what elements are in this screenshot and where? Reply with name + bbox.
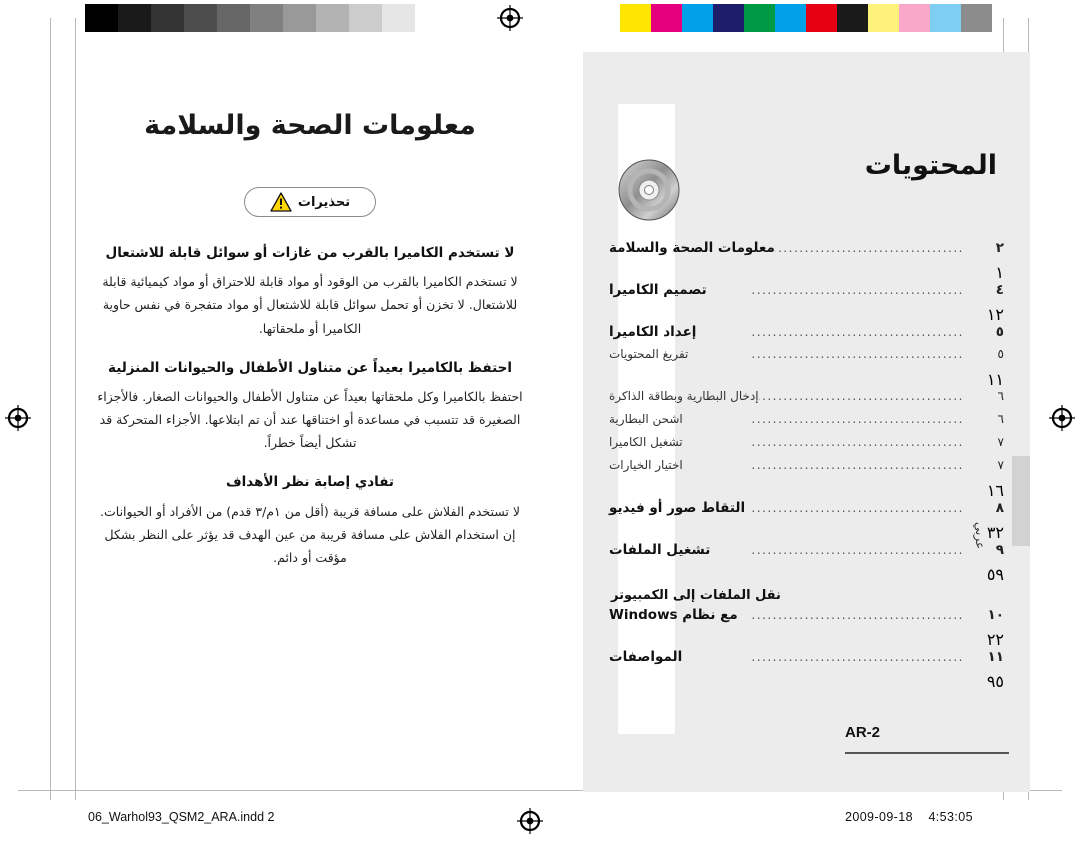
toc-entry-label: تشغيل الملفات	[609, 542, 711, 558]
toc-leader-dots: ........................................	[751, 458, 964, 472]
contents-title: المحتويات	[864, 150, 997, 181]
page-number-label: AR-2	[845, 724, 881, 741]
page-number-rule	[845, 752, 1009, 754]
toc-entry[interactable]: ٢.......................................…	[609, 240, 1004, 282]
safety-section-body: لا تستخدم الكاميرا بالقرب من الوقود أو م…	[102, 274, 518, 336]
safety-sections-list: لا تستخدم الكاميرا بالقرب من غازات أو سو…	[60, 243, 560, 569]
toc-leader-dots: ........................................	[751, 347, 964, 361]
toc-leader-dots: ........................................	[751, 435, 964, 449]
footer-timestamp: 2009-09-18 4:53:05	[845, 810, 973, 824]
toc-page-number: ٥	[995, 324, 1004, 340]
toc-leader-dots: ........................................	[751, 608, 964, 622]
toc-entry[interactable]: نقل الملفات إلى الكمبيوتر	[609, 584, 1004, 607]
toc-entry[interactable]: ٨.......................................…	[609, 500, 1004, 542]
document-spread: معلومات الصحة والسلامة تحذيرات لا تستخدم…	[0, 0, 1080, 845]
left-page-safety-information: معلومات الصحة والسلامة تحذيرات لا تستخدم…	[60, 60, 560, 760]
safety-section: لا تستخدم الكاميرا بالقرب من غازات أو سو…	[95, 243, 525, 340]
toc-entry[interactable]: ٥.......................................…	[609, 324, 1004, 347]
warnings-badge: تحذيرات	[244, 187, 376, 217]
toc-leader-dots: ........................................	[751, 543, 964, 557]
cd-disc-icon	[618, 159, 680, 221]
footer-time: 4:53:05	[928, 810, 973, 824]
toc-side-page-number: ١٦	[986, 481, 1004, 500]
safety-section-heading: تفادي إصابة نظر الأهداف	[225, 474, 395, 491]
toc-side-page-number: ١١	[986, 370, 1004, 389]
toc-page-number: ٧	[997, 458, 1004, 472]
toc-page-number: ٧	[997, 435, 1004, 449]
toc-entry-label: اختيار الخيارات	[609, 458, 683, 472]
safety-section-heading: لا تستخدم الكاميرا بالقرب من غازات أو سو…	[105, 245, 515, 261]
toc-page-number: ٦	[997, 389, 1004, 403]
toc-leader-dots: ........................................	[751, 501, 964, 515]
safety-section: احتفظ بالكاميرا بعيداً عن متناول الأطفال…	[95, 358, 525, 455]
toc-side-page-number: ٥٩	[986, 565, 1004, 584]
toc-page-number: ٤	[995, 282, 1004, 298]
safety-section: تفادي إصابة نظر الأهداف لا تستخدم الفلاش …	[95, 472, 525, 569]
toc-entry[interactable]: ٩.......................................…	[609, 542, 1004, 584]
toc-page-number: ٦	[997, 412, 1004, 426]
page-title-safety: معلومات الصحة والسلامة	[144, 110, 476, 141]
toc-side-page-number: ١٢	[986, 305, 1004, 324]
toc-page-number: ٥	[997, 347, 1004, 361]
toc-side-page-number: ٩٥	[986, 672, 1004, 691]
safety-section-body: احتفظ بالكاميرا وكل ملحقاتها بعيداً عن م…	[97, 388, 523, 451]
warning-triangle-icon	[270, 192, 292, 212]
safety-section-heading: احتفظ بالكاميرا بعيداً عن متناول الأطفال…	[108, 359, 512, 376]
toc-page-number: ٢	[995, 240, 1004, 256]
toc-entry[interactable]: ٦.......................................…	[609, 412, 1004, 435]
warnings-badge-label: تحذيرات	[297, 194, 351, 210]
toc-entry[interactable]: ١١......................................…	[609, 649, 1004, 691]
toc-entry-label: التقاط صور أو فيديو	[609, 500, 746, 516]
toc-entry[interactable]: ٤.......................................…	[609, 282, 1004, 324]
toc-entry-label: تفريغ المحتويات	[609, 347, 689, 361]
toc-page-number: ٨	[995, 500, 1004, 516]
toc-side-page-number: ٢٢	[986, 630, 1004, 649]
toc-leader-dots: ........................................	[758, 389, 964, 403]
safety-section-body: لا تستخدم الفلاش على مسافة قريبة (أقل من…	[100, 503, 520, 565]
toc-leader-dots: ........................................	[751, 325, 964, 339]
toc-entry-label: إدخال البطارية وبطاقة الذاكرة	[609, 389, 759, 403]
toc-side-page-number: ٣٢	[986, 523, 1004, 542]
toc-entry-label: اشحن البطارية	[609, 412, 683, 426]
language-side-label: عربي	[973, 522, 987, 550]
toc-entry-label: تشغيل الكاميرا	[609, 435, 683, 449]
toc-entry[interactable]: ٧.......................................…	[609, 458, 1004, 500]
toc-entry-label: المواصفات	[609, 649, 683, 665]
toc-entry-label: تصميم الكاميرا	[609, 282, 707, 298]
toc-page-number: ١٠	[987, 607, 1004, 623]
toc-leader-dots: ........................................	[751, 283, 964, 297]
table-of-contents-list: ٢.......................................…	[609, 240, 1004, 691]
right-page-contents: المحتويات ٢.............................…	[583, 52, 1030, 792]
toc-side-page-number: ١	[995, 263, 1004, 282]
toc-entry-label: مع نظام Windows	[609, 607, 738, 623]
footer-filename: 06_Warhol93_QSM2_ARA.indd 2	[88, 810, 275, 824]
toc-page-number: ١١	[987, 649, 1004, 665]
toc-entry[interactable]: ٦.......................................…	[609, 389, 1004, 412]
toc-entry-label: إعداد الكاميرا	[609, 324, 697, 340]
toc-entry-label: معلومات الصحة والسلامة	[609, 240, 775, 256]
thumb-tab-marker	[1012, 456, 1030, 546]
footer-date: 2009-09-18	[845, 810, 913, 824]
toc-group-heading: نقل الملفات إلى الكمبيوتر	[611, 588, 781, 603]
toc-leader-dots: ........................................	[775, 241, 964, 255]
toc-entry[interactable]: ٥.......................................…	[609, 347, 1004, 389]
toc-leader-dots: ........................................	[751, 650, 964, 664]
toc-entry[interactable]: ١٠......................................…	[609, 607, 1004, 649]
toc-leader-dots: ........................................	[751, 412, 964, 426]
toc-entry[interactable]: ٧.......................................…	[609, 435, 1004, 458]
